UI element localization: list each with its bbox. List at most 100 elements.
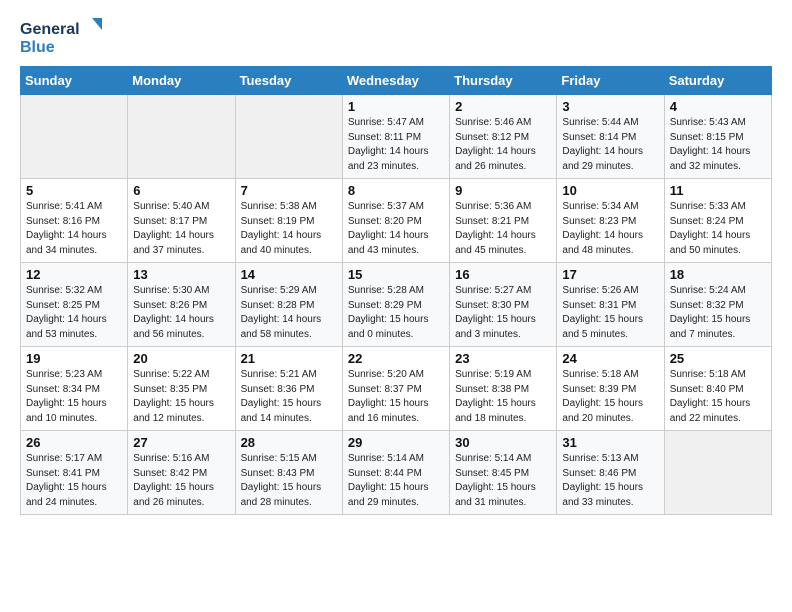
day-cell: 1 Sunrise: 5:47 AM Sunset: 8:11 PM Daylig… [342,95,449,179]
day-info: Sunrise: 5:33 AM Sunset: 8:24 PM Dayligh… [670,200,766,258]
week-row-3: 12Sunrise: 5:32 AM Sunset: 8:25 PM Dayli… [21,263,772,347]
day-number: 19 [26,351,122,366]
day-info: Sunrise: 5:23 AM Sunset: 8:34 PM Dayligh… [26,368,122,426]
week-row-5: 26 Sunrise: 5:17 AM Sunset: 8:41 PM Dayli… [21,431,772,515]
day-cell [128,95,235,179]
day-cell: 2 Sunrise: 5:46 AM Sunset: 8:12 PM Daylig… [450,95,557,179]
day-cell: 4 Sunrise: 5:43 AM Sunset: 8:15 PM Daylig… [664,95,771,179]
day-number: 17 [562,267,658,282]
day-info: Sunrise: 5:38 AM Sunset: 8:19 PM Dayligh… [241,200,337,258]
day-cell: 25Sunrise: 5:18 AM Sunset: 8:40 PM Dayli… [664,347,771,431]
col-header-tuesday: Tuesday [235,67,342,95]
day-number: 21 [241,351,337,366]
day-cell: 19 Sunrise: 5:23 AM Sunset: 8:34 PM Dayli… [21,347,128,431]
day-number: 4 [670,99,766,114]
day-info: Sunrise: 5:47 AM Sunset: 8:11 PM Dayligh… [348,116,444,174]
day-cell: 27 Sunrise: 5:16 AM Sunset: 8:42 PM Dayli… [128,431,235,515]
day-cell: 18 Sunrise: 5:24 AM Sunset: 8:32 PM Dayli… [664,263,771,347]
day-cell: 14 Sunrise: 5:29 AM Sunset: 8:28 PM Dayli… [235,263,342,347]
day-number: 6 [133,183,229,198]
svg-text:General: General [20,21,80,38]
day-info: Sunrise: 5:21 AM Sunset: 8:36 PM Dayligh… [241,368,337,426]
header-row: SundayMondayTuesdayWednesdayThursdayFrid… [21,67,772,95]
day-number: 1 [348,99,444,114]
day-info: Sunrise: 5:36 AM Sunset: 8:21 PM Dayligh… [455,200,551,258]
day-number: 25 [670,351,766,366]
day-info: Sunrise: 5:15 AM Sunset: 8:43 PM Dayligh… [241,452,337,510]
day-cell: 30 Sunrise: 5:14 AM Sunset: 8:45 PM Dayli… [450,431,557,515]
day-number: 3 [562,99,658,114]
calendar-table: SundayMondayTuesdayWednesdayThursdayFrid… [20,66,772,515]
day-cell: 6 Sunrise: 5:40 AM Sunset: 8:17 PM Daylig… [128,179,235,263]
day-cell: 23Sunrise: 5:19 AM Sunset: 8:38 PM Dayli… [450,347,557,431]
day-cell: 20 Sunrise: 5:22 AM Sunset: 8:35 PM Dayli… [128,347,235,431]
day-info: Sunrise: 5:41 AM Sunset: 8:16 PM Dayligh… [26,200,122,258]
day-number: 10 [562,183,658,198]
day-cell: 26 Sunrise: 5:17 AM Sunset: 8:41 PM Dayli… [21,431,128,515]
day-info: Sunrise: 5:37 AM Sunset: 8:20 PM Dayligh… [348,200,444,258]
day-info: Sunrise: 5:30 AM Sunset: 8:26 PM Dayligh… [133,284,229,342]
day-number: 13 [133,267,229,282]
col-header-friday: Friday [557,67,664,95]
day-number: 8 [348,183,444,198]
day-cell: 10 Sunrise: 5:34 AM Sunset: 8:23 PM Dayli… [557,179,664,263]
logo: General Blue [20,16,110,58]
day-cell: 9Sunrise: 5:36 AM Sunset: 8:21 PM Daylig… [450,179,557,263]
day-info: Sunrise: 5:14 AM Sunset: 8:45 PM Dayligh… [455,452,551,510]
day-number: 12 [26,267,122,282]
day-info: Sunrise: 5:16 AM Sunset: 8:42 PM Dayligh… [133,452,229,510]
day-info: Sunrise: 5:44 AM Sunset: 8:14 PM Dayligh… [562,116,658,174]
day-info: Sunrise: 5:17 AM Sunset: 8:41 PM Dayligh… [26,452,122,510]
day-info: Sunrise: 5:22 AM Sunset: 8:35 PM Dayligh… [133,368,229,426]
logo-svg: General Blue [20,16,110,58]
day-info: Sunrise: 5:18 AM Sunset: 8:39 PM Dayligh… [562,368,658,426]
col-header-monday: Monday [128,67,235,95]
col-header-saturday: Saturday [664,67,771,95]
day-cell: 17 Sunrise: 5:26 AM Sunset: 8:31 PM Dayli… [557,263,664,347]
day-info: Sunrise: 5:24 AM Sunset: 8:32 PM Dayligh… [670,284,766,342]
day-number: 22 [348,351,444,366]
day-cell: 13 Sunrise: 5:30 AM Sunset: 8:26 PM Dayli… [128,263,235,347]
week-row-2: 5Sunrise: 5:41 AM Sunset: 8:16 PM Daylig… [21,179,772,263]
day-number: 16 [455,267,551,282]
calendar-page: General Blue SundayMondayTuesdayWednesda… [0,0,792,531]
day-info: Sunrise: 5:29 AM Sunset: 8:28 PM Dayligh… [241,284,337,342]
day-info: Sunrise: 5:40 AM Sunset: 8:17 PM Dayligh… [133,200,229,258]
day-number: 20 [133,351,229,366]
week-row-4: 19 Sunrise: 5:23 AM Sunset: 8:34 PM Dayli… [21,347,772,431]
svg-text:Blue: Blue [20,39,55,56]
day-info: Sunrise: 5:27 AM Sunset: 8:30 PM Dayligh… [455,284,551,342]
day-number: 23 [455,351,551,366]
day-number: 18 [670,267,766,282]
day-info: Sunrise: 5:34 AM Sunset: 8:23 PM Dayligh… [562,200,658,258]
day-number: 30 [455,435,551,450]
day-cell: 12Sunrise: 5:32 AM Sunset: 8:25 PM Dayli… [21,263,128,347]
day-cell: 29Sunrise: 5:14 AM Sunset: 8:44 PM Dayli… [342,431,449,515]
day-number: 15 [348,267,444,282]
day-number: 24 [562,351,658,366]
day-info: Sunrise: 5:43 AM Sunset: 8:15 PM Dayligh… [670,116,766,174]
day-number: 29 [348,435,444,450]
day-cell: 31Sunrise: 5:13 AM Sunset: 8:46 PM Dayli… [557,431,664,515]
day-cell: 5Sunrise: 5:41 AM Sunset: 8:16 PM Daylig… [21,179,128,263]
day-info: Sunrise: 5:46 AM Sunset: 8:12 PM Dayligh… [455,116,551,174]
day-number: 7 [241,183,337,198]
day-cell: 21 Sunrise: 5:21 AM Sunset: 8:36 PM Dayli… [235,347,342,431]
week-row-1: 1 Sunrise: 5:47 AM Sunset: 8:11 PM Daylig… [21,95,772,179]
day-number: 26 [26,435,122,450]
day-number: 11 [670,183,766,198]
day-cell [664,431,771,515]
day-info: Sunrise: 5:28 AM Sunset: 8:29 PM Dayligh… [348,284,444,342]
header: General Blue [20,16,772,58]
day-info: Sunrise: 5:20 AM Sunset: 8:37 PM Dayligh… [348,368,444,426]
day-number: 14 [241,267,337,282]
day-cell: 15 Sunrise: 5:28 AM Sunset: 8:29 PM Dayli… [342,263,449,347]
day-cell: 16 Sunrise: 5:27 AM Sunset: 8:30 PM Dayli… [450,263,557,347]
day-cell: 7 Sunrise: 5:38 AM Sunset: 8:19 PM Daylig… [235,179,342,263]
day-number: 27 [133,435,229,450]
day-cell [21,95,128,179]
day-info: Sunrise: 5:26 AM Sunset: 8:31 PM Dayligh… [562,284,658,342]
col-header-wednesday: Wednesday [342,67,449,95]
day-number: 2 [455,99,551,114]
day-cell: 3 Sunrise: 5:44 AM Sunset: 8:14 PM Daylig… [557,95,664,179]
